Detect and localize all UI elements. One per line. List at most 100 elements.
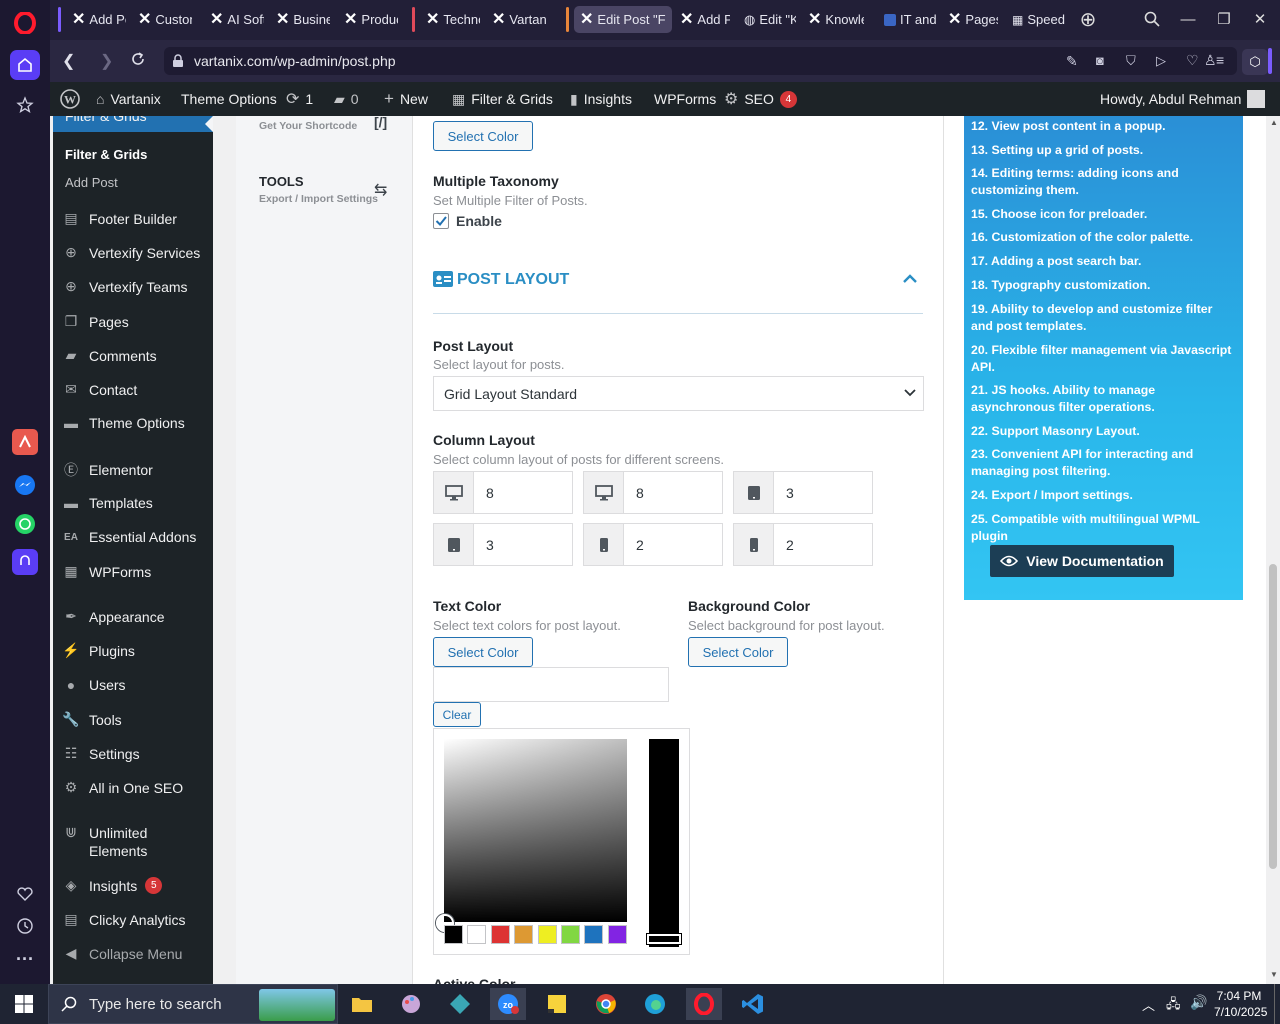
music-icon[interactable]	[12, 549, 38, 575]
seo-link[interactable]: ⚙ SEO 4	[724, 82, 797, 116]
minimize-icon[interactable]: —	[1170, 0, 1206, 38]
menu-collapse[interactable]: ◀ Collapse Menu	[53, 945, 213, 962]
reload-icon[interactable]	[130, 51, 146, 67]
url-text[interactable]: vartanix.com/wp-admin/post.php	[194, 53, 396, 69]
menu-plugins[interactable]: ⚡ Plugins	[53, 642, 213, 659]
tab-13[interactable]: ✕Pages	[942, 6, 1004, 33]
heart-icon[interactable]	[10, 879, 40, 909]
column-input-tablet-landscape[interactable]: 3	[733, 471, 873, 514]
menu-current-item[interactable]: Filter & Grids	[53, 116, 213, 132]
color-swatch[interactable]	[444, 925, 463, 944]
wordpress-logo-icon[interactable]: W	[60, 82, 80, 116]
flow-icon[interactable]: ▷	[1156, 53, 1166, 69]
color-swatch[interactable]	[467, 925, 487, 944]
lock-icon[interactable]	[172, 54, 184, 68]
tab-1[interactable]: ✕Add Pc	[66, 6, 132, 33]
messenger-icon[interactable]	[10, 470, 40, 500]
tab-10[interactable]: ◍ Edit "K	[738, 6, 802, 33]
opera-taskbar-icon[interactable]	[686, 988, 722, 1020]
sidebar-toggle[interactable]	[1268, 48, 1272, 74]
clear-color-button[interactable]: Clear	[433, 702, 481, 727]
zoom-icon[interactable]: zo	[490, 988, 526, 1020]
camera-icon[interactable]: ◙	[1096, 53, 1104, 68]
menu-templates[interactable]: ▬ Templates	[53, 495, 213, 511]
color-saturation-square[interactable]	[444, 739, 627, 922]
scroll-down-icon[interactable]: ▼	[1270, 970, 1278, 979]
network-icon[interactable]: 🖧	[1166, 995, 1181, 1017]
forward-icon[interactable]: ❯	[100, 51, 113, 71]
extensions-box-icon[interactable]: ⬡	[1242, 49, 1268, 75]
tab-2[interactable]: ✕Custon	[132, 6, 198, 33]
column-input-desktop[interactable]: 8	[583, 471, 723, 514]
file-explorer-icon[interactable]	[344, 988, 380, 1020]
volume-icon[interactable]: 🔊	[1190, 994, 1207, 1011]
menu-pages[interactable]: ❐ Pages	[53, 313, 213, 330]
menu-all-in-one-seo[interactable]: ⚙ All in One SEO	[53, 779, 213, 796]
edge-icon[interactable]	[637, 988, 673, 1020]
tab-12[interactable]: IT and	[878, 6, 944, 33]
edit-icon[interactable]: ✎	[1066, 53, 1078, 70]
sticky-notes-icon[interactable]	[539, 988, 575, 1020]
column-input-mobile-landscape[interactable]: 2	[583, 523, 723, 566]
menu-elementor[interactable]: Ⓔ Elementor	[53, 460, 213, 480]
column-input-tablet[interactable]: 3	[433, 523, 573, 566]
close-icon[interactable]: ✕	[1242, 0, 1278, 38]
menu-footer-builder[interactable]: ▤ Footer Builder	[53, 210, 213, 227]
updates-link[interactable]: ⟳ 1	[286, 82, 313, 116]
taskbar-clock[interactable]: 7:04 PM 7/10/2025	[1214, 988, 1267, 1020]
home-icon[interactable]	[10, 50, 40, 80]
menu-theme-options[interactable]: ▬ Theme Options	[53, 415, 213, 431]
star-icon[interactable]	[10, 90, 40, 120]
wpforms-link[interactable]: WPForms	[654, 82, 716, 116]
profile-icon[interactable]: ♙	[1204, 52, 1217, 69]
opera-logo-icon[interactable]	[10, 8, 40, 38]
search-tabs-icon[interactable]	[1134, 0, 1170, 38]
color-swatch[interactable]	[537, 925, 557, 944]
color-swatch[interactable]	[584, 925, 604, 944]
more-icon[interactable]: ···	[10, 944, 40, 974]
view-documentation-button[interactable]: View Documentation	[990, 545, 1174, 577]
chrome-icon[interactable]	[588, 988, 624, 1020]
paint-icon[interactable]	[393, 988, 429, 1020]
comments-link[interactable]: ▰ 0	[334, 82, 359, 116]
menu-settings[interactable]: ☷ Settings	[53, 745, 213, 762]
color-swatch[interactable]	[561, 925, 580, 944]
shield-icon[interactable]: ⛉	[1126, 53, 1136, 69]
insights-link[interactable]: ▮ Insights	[570, 82, 632, 116]
color-swatch[interactable]	[490, 925, 510, 944]
history-icon[interactable]	[10, 911, 40, 941]
chevron-up-icon[interactable]	[902, 272, 918, 284]
color-hex-input[interactable]	[433, 667, 669, 702]
menu-vertexify-services[interactable]: ⊕ Vertexify Services	[53, 244, 213, 261]
submenu-filter-grids[interactable]: Filter & Grids	[65, 147, 147, 162]
strip-slider-handle[interactable]	[647, 934, 681, 944]
tab-3[interactable]: ✕ AI Soft	[204, 6, 270, 33]
site-name[interactable]: ⌂ Vartanix	[96, 82, 161, 116]
menu-tools[interactable]: 🔧 Tools	[53, 711, 213, 728]
tab-active-edit-post[interactable]: ✕ Edit Post "Fil	[574, 6, 672, 33]
enable-checkbox[interactable]	[433, 213, 449, 229]
menu-insights[interactable]: ◈ Insights 5	[53, 877, 213, 894]
new-content-link[interactable]: + New	[384, 82, 428, 116]
page-scrollbar[interactable]: ▲ ▼	[1266, 116, 1280, 984]
menu-appearance[interactable]: ✒ Appearance	[53, 608, 213, 625]
column-input-desktop-large[interactable]: 8	[433, 471, 573, 514]
show-desktop[interactable]	[1274, 984, 1275, 1024]
menu-users[interactable]: ● Users	[53, 677, 213, 693]
tab-6[interactable]: ✕Techno	[420, 6, 486, 33]
menu-comments[interactable]: ▰ Comments	[53, 347, 213, 364]
vscode-icon[interactable]	[735, 988, 771, 1020]
filter-grids-link[interactable]: ▦ Filter & Grids	[452, 82, 553, 116]
url-bar[interactable]: vartanix.com/wp-admin/post.php ✎ ◙ ⛉ ▷ ♡…	[164, 47, 1237, 75]
new-tab-plus-icon[interactable]: ⊕	[1072, 0, 1104, 38]
top-select-color-button[interactable]: Select Color	[433, 121, 533, 151]
tab-7[interactable]: ✕ Vartani	[486, 6, 552, 33]
tab-4[interactable]: ✕ Busine	[270, 6, 336, 33]
post-layout-select[interactable]: Grid Layout Standard	[433, 376, 924, 411]
tools-title[interactable]: TOOLS	[259, 174, 304, 189]
favorite-heart-icon[interactable]: ♡	[1186, 52, 1199, 69]
menu-wpforms[interactable]: ▦ WPForms	[53, 563, 213, 580]
restore-icon[interactable]: ❐	[1206, 0, 1242, 38]
scroll-up-icon[interactable]: ▲	[1270, 118, 1278, 127]
menu-contact[interactable]: ✉ Contact	[53, 381, 213, 398]
